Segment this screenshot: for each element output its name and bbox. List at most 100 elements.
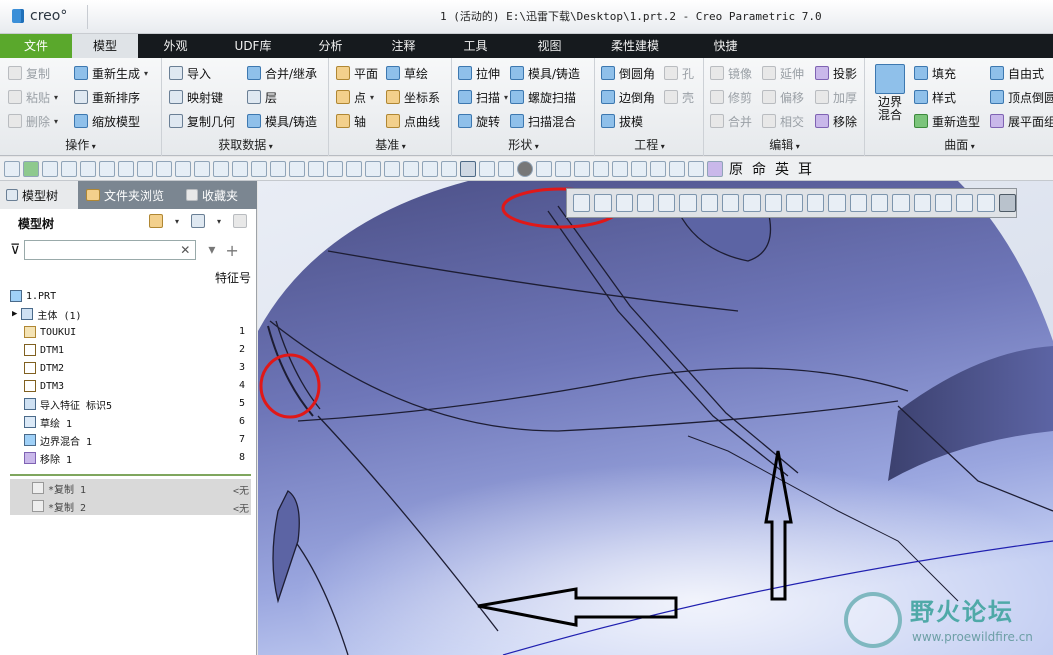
search-input[interactable] xyxy=(24,240,197,260)
zoom-in-icon[interactable] xyxy=(594,194,612,212)
sweep-button[interactable]: 扫描 ▾ xyxy=(458,86,508,108)
add-icon[interactable]: + xyxy=(225,241,238,260)
copy-window-icon[interactable] xyxy=(327,160,343,177)
split-icon[interactable] xyxy=(346,160,362,177)
undo-icon[interactable] xyxy=(536,160,552,177)
swept-blend-button[interactable]: 扫描混合 xyxy=(510,110,576,132)
extend-button[interactable]: 延伸 xyxy=(762,62,804,84)
hand-icon[interactable] xyxy=(498,160,514,177)
tree-row-dtm2[interactable]: DTM2 3 xyxy=(10,359,251,377)
wave-icon[interactable] xyxy=(232,160,248,177)
intersect-button[interactable]: 相交 xyxy=(762,110,804,132)
point-button[interactable]: 点 ▾ xyxy=(336,86,374,108)
project-button[interactable]: 投影 xyxy=(815,62,857,84)
layers-icon[interactable] xyxy=(289,160,305,177)
mold-cast-shape-button[interactable]: 模具/铸造 xyxy=(510,62,580,84)
draft-button[interactable]: 拔模 xyxy=(601,110,643,132)
group-label-engineering[interactable]: 工程 xyxy=(596,136,703,153)
group-label-get-data[interactable]: 获取数据 xyxy=(163,136,328,153)
merge-button[interactable]: 合并 xyxy=(710,110,752,132)
mirror-button[interactable]: 镜像 xyxy=(710,62,752,84)
revolve-button[interactable]: 旋转 xyxy=(458,110,500,132)
tree-row-dtm3[interactable]: DTM3 4 xyxy=(10,377,251,395)
sketch-display-icon[interactable] xyxy=(913,194,931,212)
parallelogram-icon[interactable] xyxy=(194,160,210,177)
swap-icon[interactable] xyxy=(593,160,609,177)
settings-hammer-icon[interactable] xyxy=(148,214,163,228)
display-style-icon[interactable] xyxy=(658,194,676,212)
cube-icon[interactable] xyxy=(441,160,457,177)
book-icon[interactable] xyxy=(650,160,666,177)
tree-filter-icon[interactable] xyxy=(190,214,205,228)
shell-button[interactable]: 壳 xyxy=(664,86,694,108)
view-manager-icon[interactable] xyxy=(700,194,718,212)
copy-geometry-button[interactable]: 复制几何 xyxy=(169,110,235,132)
plane-display-icon[interactable] xyxy=(785,194,804,212)
panel-icon[interactable] xyxy=(631,160,647,177)
folder-icon[interactable] xyxy=(61,160,77,177)
tab-file[interactable]: 文件 xyxy=(0,34,72,58)
graphics-window[interactable] xyxy=(258,181,1053,655)
freestyle-button[interactable]: 自由式 xyxy=(990,62,1044,84)
fill-button[interactable]: 填充 xyxy=(914,62,956,84)
group-label-datum[interactable]: 基准 xyxy=(330,136,451,153)
window-icon[interactable] xyxy=(80,160,96,177)
saved-orientations-icon[interactable] xyxy=(679,194,697,212)
style-button[interactable]: 样式 xyxy=(914,86,956,108)
csys-button[interactable]: 坐标系 xyxy=(386,86,440,108)
tab-favorites[interactable]: 收藏夹 xyxy=(180,181,257,209)
annotation-display-icon[interactable] xyxy=(764,194,782,212)
tab-analysis[interactable]: 分析 xyxy=(303,34,358,58)
chamfer-button[interactable]: 边倒角 xyxy=(601,86,655,108)
table-icon[interactable] xyxy=(669,160,685,177)
tab-appearance[interactable]: 外观 xyxy=(148,34,203,58)
axis-display-icon[interactable] xyxy=(807,194,825,212)
close-window-icon[interactable] xyxy=(137,160,153,177)
box-icon[interactable] xyxy=(308,160,324,177)
toolbar-settings-icon[interactable] xyxy=(998,194,1016,212)
box3d-icon[interactable] xyxy=(422,160,438,177)
tab-model[interactable]: 模型 xyxy=(72,34,138,58)
expand-icon[interactable]: ▶ xyxy=(12,309,17,319)
layer-button[interactable]: 层 xyxy=(247,86,277,108)
axis-button[interactable]: 轴 xyxy=(336,110,366,132)
tab-udf[interactable]: UDF库 xyxy=(224,34,282,58)
thicken-button[interactable]: 加厚 xyxy=(815,86,857,108)
tab-folder-browser[interactable]: 文件夹浏览 xyxy=(80,181,180,209)
insert-indicator[interactable] xyxy=(10,474,251,476)
tree-row-copy1[interactable]: *复制 1 <无 xyxy=(10,479,251,497)
dropdown-icon[interactable]: ▾ xyxy=(208,242,215,258)
group-label-surfaces[interactable]: 曲面 xyxy=(866,136,1053,153)
command-text-button[interactable]: 命 xyxy=(749,159,769,179)
tree-row-dtm1[interactable]: DTM1 2 xyxy=(10,341,251,359)
tab-quick[interactable]: 快捷 xyxy=(698,34,753,58)
boundary-blend-button[interactable]: 边界混合 xyxy=(872,64,908,130)
merge-inherit-button[interactable]: 合并/继承 xyxy=(247,62,317,84)
tab-flexible[interactable]: 柔性建模 xyxy=(600,34,670,58)
tree-row-boundary[interactable]: 边界混合 17 xyxy=(10,431,251,449)
import-button[interactable]: 导入 xyxy=(169,62,211,84)
select-icon[interactable] xyxy=(403,160,419,177)
appearance-display-icon[interactable] xyxy=(892,194,910,212)
mapkey-button[interactable]: 映射键 xyxy=(169,86,223,108)
rounded-icon[interactable] xyxy=(251,160,267,177)
arc-icon[interactable] xyxy=(213,160,229,177)
group-label-shapes[interactable]: 形状 xyxy=(453,136,594,153)
view-cube-icon[interactable] xyxy=(460,160,476,177)
show-icon[interactable] xyxy=(233,214,247,228)
shade-icon[interactable] xyxy=(384,160,400,177)
hole-button[interactable]: 孔 xyxy=(664,62,694,84)
curve-button[interactable]: 点曲线 xyxy=(386,110,440,132)
remove-button[interactable]: 移除 xyxy=(815,110,857,132)
round-button[interactable]: 倒圆角 xyxy=(601,62,655,84)
sphere-icon[interactable] xyxy=(517,160,533,177)
original-text-button[interactable]: 原 xyxy=(726,159,746,179)
vertex-round-button[interactable]: 顶点倒圆 xyxy=(990,86,1053,108)
tree-row-remove[interactable]: 移除 18 xyxy=(10,449,251,467)
zoom-out-icon[interactable] xyxy=(615,194,633,212)
cursor-icon[interactable] xyxy=(479,160,495,177)
tree-row-body[interactable]: ▶ 主体 (1) xyxy=(10,305,251,323)
line-icon[interactable] xyxy=(175,160,191,177)
grid-icon[interactable] xyxy=(612,160,628,177)
english-text-button[interactable]: 英 xyxy=(772,159,792,179)
